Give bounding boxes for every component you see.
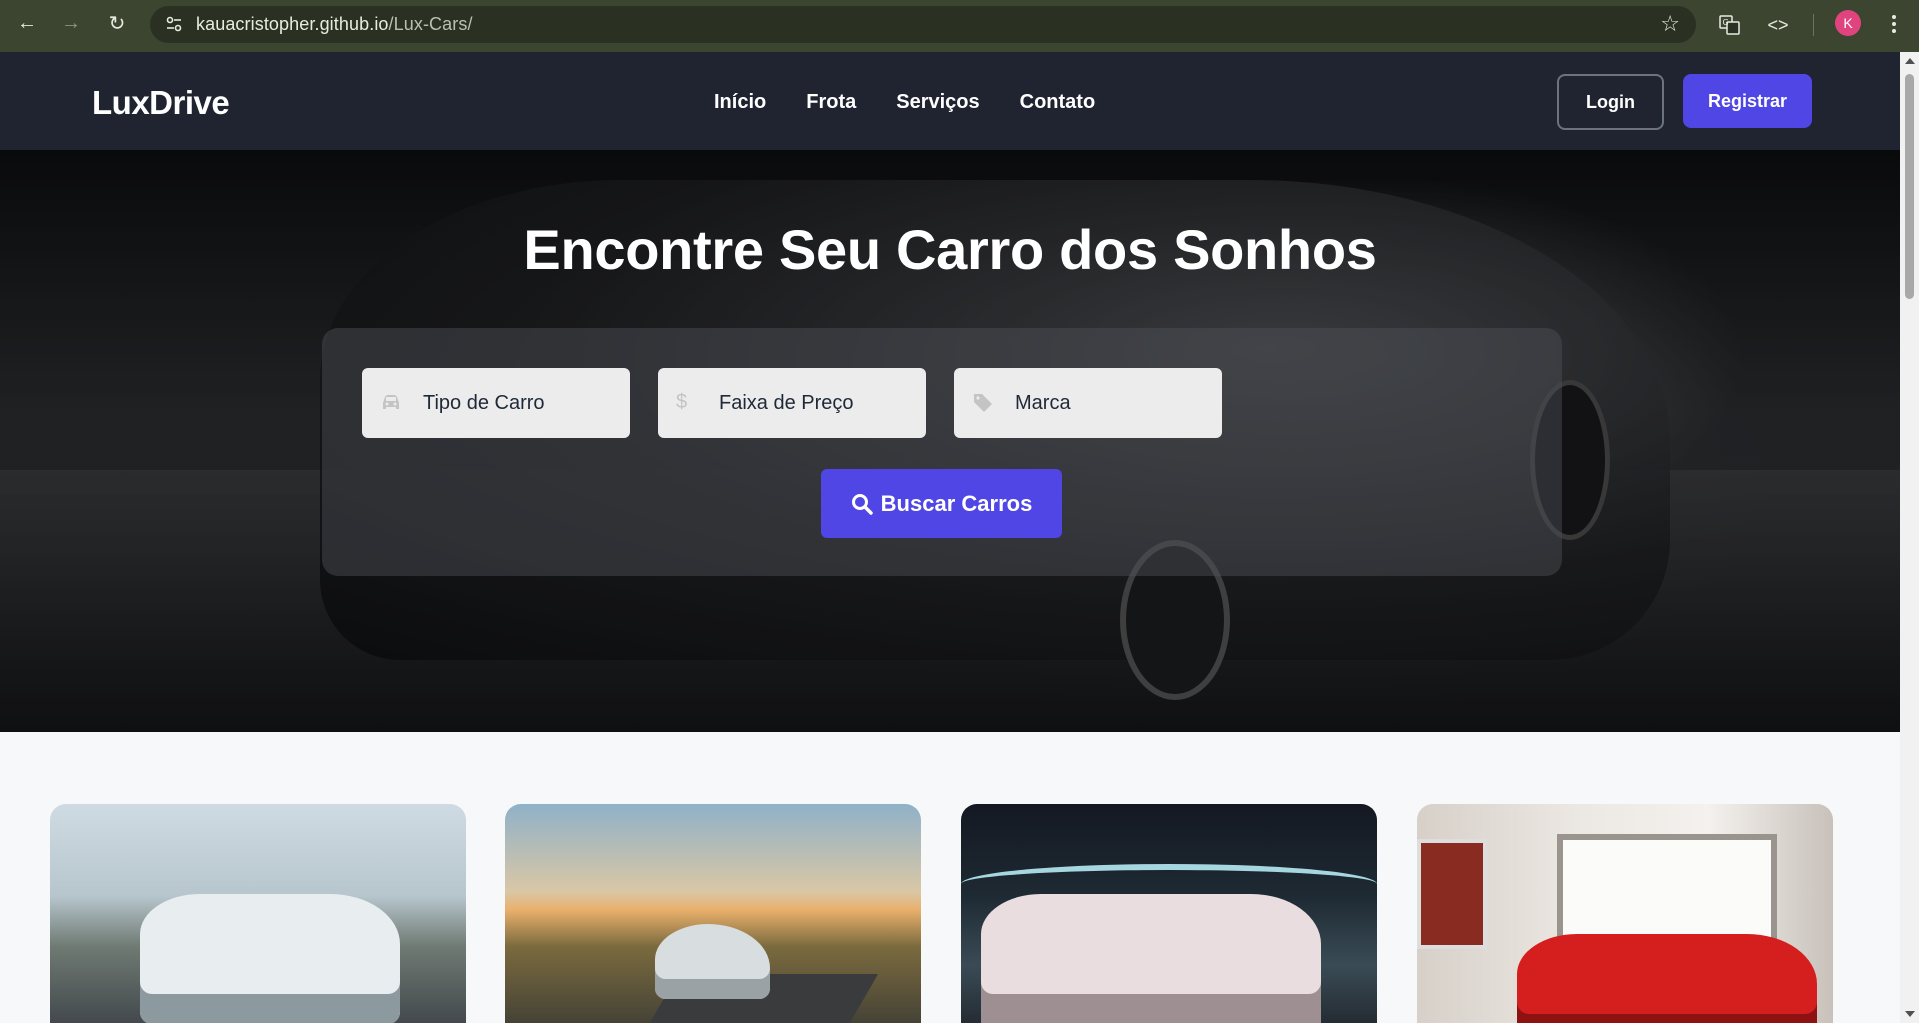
- dollar-icon: $: [676, 391, 688, 413]
- wall-picture-image: [1417, 839, 1487, 949]
- price-range-select[interactable]: $ Faixa de Preço: [658, 368, 926, 438]
- back-arrow-icon[interactable]: ←: [12, 8, 42, 38]
- toolbar-divider: [1813, 14, 1814, 36]
- forward-arrow-icon[interactable]: →: [56, 8, 86, 38]
- url-path: /Lux-Cars/: [388, 14, 473, 34]
- login-button[interactable]: Login: [1557, 74, 1664, 130]
- translate-icon[interactable]: G: [1715, 10, 1745, 40]
- car-type-select[interactable]: Tipo de Carro: [362, 368, 630, 438]
- star-icon[interactable]: ☆: [1660, 11, 1680, 37]
- car-image: [1517, 934, 1817, 1023]
- brand-select[interactable]: Marca: [954, 368, 1222, 438]
- hero-title: Encontre Seu Carro dos Sonhos: [523, 218, 1377, 281]
- search-cars-button[interactable]: Buscar Carros: [821, 469, 1062, 538]
- car-image: [981, 894, 1321, 1023]
- search-icon: [851, 493, 873, 515]
- hero-section: Encontre Seu Carro dos Sonhos Tipo de Ca…: [0, 150, 1900, 732]
- browser-toolbar: ← → ↻ kauacristopher.github.io/Lux-Cars/…: [0, 0, 1919, 52]
- scroll-down-arrow-icon[interactable]: [1905, 1011, 1915, 1017]
- car-image: [140, 894, 400, 1023]
- url-host: kauacristopher.github.io: [196, 14, 389, 34]
- code-icon[interactable]: <>: [1763, 10, 1793, 40]
- car-card[interactable]: [1417, 804, 1833, 1023]
- price-range-label: Faixa de Preço: [719, 392, 854, 414]
- car-card[interactable]: [961, 804, 1377, 1023]
- car-card[interactable]: [50, 804, 466, 1023]
- car-image: [655, 924, 770, 999]
- address-bar[interactable]: kauacristopher.github.io/Lux-Cars/ ☆: [150, 6, 1696, 43]
- register-button[interactable]: Registrar: [1683, 74, 1812, 128]
- site-info-icon[interactable]: [164, 14, 184, 34]
- avatar[interactable]: K: [1835, 10, 1861, 36]
- site-header: LuxDrive Início Frota Serviços Contato L…: [0, 52, 1900, 150]
- car-icon: [383, 395, 399, 409]
- nav-link-frota[interactable]: Frota: [806, 91, 856, 114]
- search-panel: Tipo de Carro $ Faixa de Preço Marca Bus…: [322, 328, 1562, 576]
- scroll-up-arrow-icon[interactable]: [1905, 58, 1915, 64]
- nav-link-servicos[interactable]: Serviços: [896, 91, 979, 114]
- site-logo[interactable]: LuxDrive: [92, 84, 230, 122]
- tag-icon: [974, 394, 992, 412]
- car-type-label: Tipo de Carro: [423, 392, 545, 414]
- reload-icon[interactable]: ↻: [102, 8, 132, 38]
- car-cards-section: [0, 732, 1900, 1023]
- scroll-thumb[interactable]: [1905, 74, 1914, 299]
- menu-dots-icon[interactable]: [1882, 10, 1906, 38]
- nav-link-inicio[interactable]: Início: [714, 91, 766, 114]
- brand-label: Marca: [1015, 392, 1071, 414]
- svg-text:G: G: [1723, 18, 1729, 27]
- main-nav: Início Frota Serviços Contato: [714, 91, 1095, 114]
- url-text: kauacristopher.github.io/Lux-Cars/: [196, 14, 473, 35]
- nav-link-contato[interactable]: Contato: [1020, 91, 1096, 114]
- page-scrollbar[interactable]: [1900, 52, 1919, 1023]
- car-card[interactable]: [505, 804, 921, 1023]
- search-cars-label: Buscar Carros: [880, 490, 1033, 516]
